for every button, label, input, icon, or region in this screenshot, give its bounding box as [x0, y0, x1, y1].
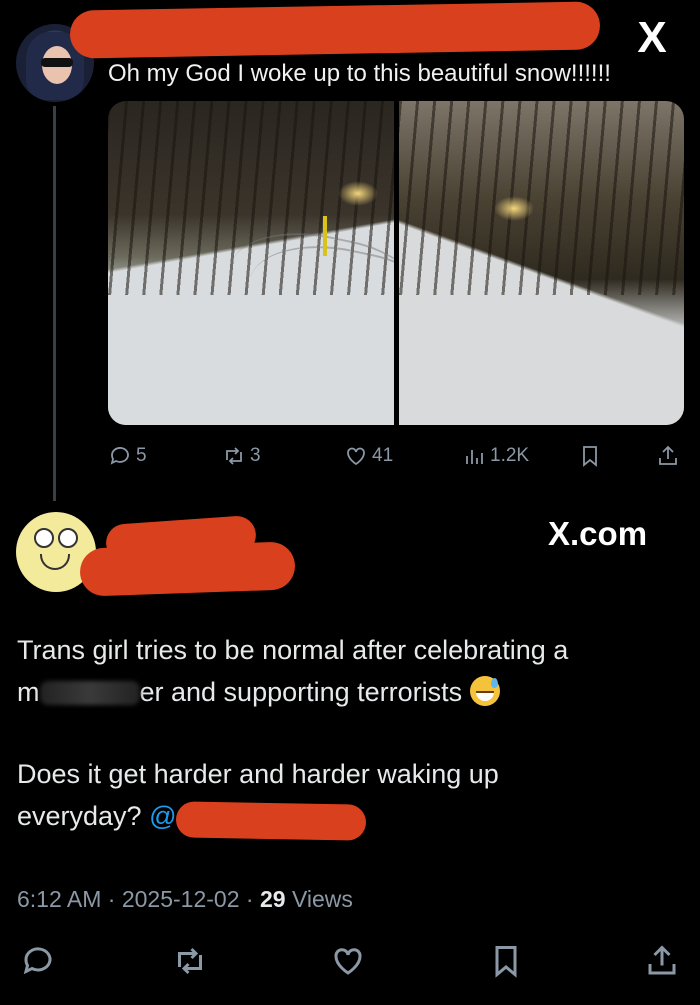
separator: ·: [107, 886, 116, 912]
repost-button[interactable]: [172, 943, 208, 979]
share-icon: [648, 945, 676, 975]
tweet-text-line: Trans girl tries to be normal after cele…: [17, 635, 569, 665]
x-com-watermark: X.com: [548, 515, 648, 552]
repost-count: 3: [250, 445, 261, 466]
redacted-handle: [79, 541, 296, 597]
tweet-photo-2[interactable]: [398, 101, 684, 425]
avatar-sunglasses: [41, 58, 73, 67]
views-count: 29: [259, 886, 286, 912]
trees: [398, 101, 684, 296]
tweet-action-bar: 5 3 41 1.2K: [108, 442, 686, 470]
reply-count: 5: [136, 445, 147, 466]
tweet-text: Oh my God I woke up to this beautiful sn…: [108, 60, 611, 87]
like-button[interactable]: 41: [344, 442, 393, 470]
tweet-time: 6:12 AM: [17, 886, 102, 912]
repost-icon: [178, 947, 202, 975]
like-icon: [347, 447, 365, 466]
tweet-action-bar: [20, 943, 680, 983]
views-label: Views: [291, 886, 353, 912]
text-fragment: er and supporting terrorists: [139, 677, 463, 707]
repost-button[interactable]: 3: [222, 442, 261, 470]
tweet-media[interactable]: [108, 101, 684, 425]
repost-icon: [226, 447, 242, 465]
bookmark-button[interactable]: [488, 943, 524, 979]
views-icon: [466, 450, 483, 464]
tweet-photo-1[interactable]: [108, 101, 394, 425]
tweet-metadata: 6:12 AM · 2025-12-02 · 29 Views: [17, 886, 353, 913]
text-fragment: m: [17, 677, 40, 707]
reply-button[interactable]: [20, 943, 56, 979]
view-count: 1.2K: [490, 445, 530, 466]
light-glow: [338, 181, 378, 206]
mention-link[interactable]: @: [149, 801, 176, 831]
share-icon: [659, 445, 677, 465]
light-glow: [493, 196, 534, 221]
like-button[interactable]: [330, 943, 366, 979]
bookmark-icon: [495, 946, 517, 978]
redacted-username: [69, 1, 601, 59]
avatar-mouth: [40, 554, 70, 570]
reply-icon: [23, 947, 52, 975]
grinning-sweat-emoji-icon: [469, 676, 500, 706]
share-button[interactable]: [656, 442, 680, 470]
close-icon[interactable]: X: [622, 16, 682, 60]
reply-icon: [110, 447, 129, 465]
bookmark-button[interactable]: [578, 442, 602, 470]
text-fragment: everyday?: [17, 801, 142, 831]
thread-connector-line: [53, 106, 56, 501]
avatar-eye: [34, 528, 54, 548]
tweet-date: 2025-12-02: [121, 886, 240, 912]
bookmark-icon: [583, 446, 597, 467]
avatar-eye: [58, 528, 78, 548]
like-icon: [334, 948, 362, 975]
tweet-text-line: m er and supporting terrorists: [17, 676, 500, 708]
yellow-pole: [323, 216, 327, 256]
like-count: 41: [372, 445, 394, 466]
censored-word: [39, 681, 140, 705]
tweet-text-line: Does it get harder and harder waking up: [17, 759, 499, 789]
redacted-mention: [175, 801, 367, 841]
separator: ·: [245, 886, 254, 912]
reply-button[interactable]: 5: [108, 442, 147, 470]
tweet-text-line: everyday? @: [17, 800, 177, 832]
views-button[interactable]: 1.2K: [462, 442, 529, 470]
share-button[interactable]: [644, 943, 680, 979]
